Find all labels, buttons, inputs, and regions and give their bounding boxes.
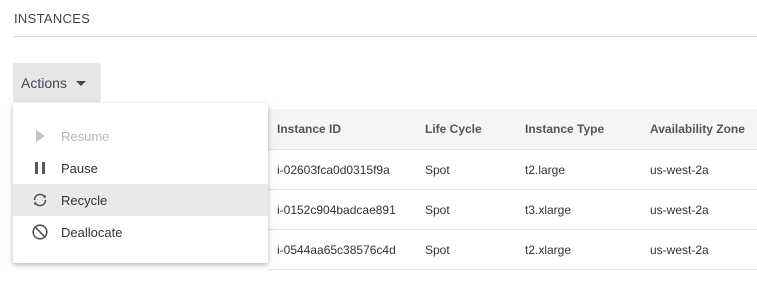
cell-availability-zone: us-west-2a (650, 242, 709, 257)
column-header-instance-type[interactable]: Instance Type (516, 122, 641, 136)
cell-instance-id: i-0544aa65c38576c4d (277, 242, 396, 257)
cell-instance-type: t3.xlarge (525, 202, 572, 217)
table-header-row: Instance ID Life Cycle Instance Type Ava… (268, 109, 757, 150)
actions-button-label: Actions (21, 74, 67, 91)
cell-life-cycle: Spot (425, 242, 450, 257)
recycle-icon (30, 192, 50, 208)
column-header-life-cycle[interactable]: Life Cycle (416, 122, 516, 136)
table-row[interactable]: i-0152c904badcae891 Spot t3.xlarge us-we… (268, 190, 757, 230)
column-header-availability-zone[interactable]: Availability Zone (641, 122, 757, 136)
section-title: INSTANCES (14, 11, 91, 26)
cell-instance-id: i-0152c904badcae891 (277, 202, 396, 217)
caret-down-icon (75, 81, 86, 86)
column-header-instance-id[interactable]: Instance ID (268, 122, 416, 136)
play-icon (30, 130, 50, 142)
menu-item-resume: Resume (13, 120, 268, 152)
section-divider (13, 36, 757, 37)
menu-item-label: Recycle (61, 192, 108, 208)
pause-icon (30, 162, 50, 174)
cell-life-cycle: Spot (425, 202, 450, 217)
menu-item-label: Pause (61, 160, 98, 176)
cell-life-cycle: Spot (425, 162, 450, 177)
table-row[interactable]: i-0544aa65c38576c4d Spot t2.xlarge us-we… (268, 230, 757, 270)
table-row[interactable]: i-02603fca0d0315f9a Spot t2.large us-wes… (268, 150, 757, 190)
cell-instance-id: i-02603fca0d0315f9a (277, 162, 390, 177)
actions-dropdown-menu: Resume Pause Recycle Deallocate (13, 103, 268, 263)
menu-item-label: Deallocate (61, 224, 123, 240)
menu-item-label: Resume (61, 128, 110, 144)
menu-item-pause[interactable]: Pause (13, 152, 268, 184)
menu-item-recycle[interactable]: Recycle (13, 184, 268, 216)
cell-instance-type: t2.large (525, 162, 566, 177)
block-icon (30, 224, 50, 240)
instances-table: Instance ID Life Cycle Instance Type Ava… (268, 109, 757, 270)
cell-instance-type: t2.xlarge (525, 242, 572, 257)
cell-availability-zone: us-west-2a (650, 202, 709, 217)
actions-button[interactable]: Actions (13, 63, 101, 102)
cell-availability-zone: us-west-2a (650, 162, 709, 177)
menu-item-deallocate[interactable]: Deallocate (13, 216, 268, 248)
